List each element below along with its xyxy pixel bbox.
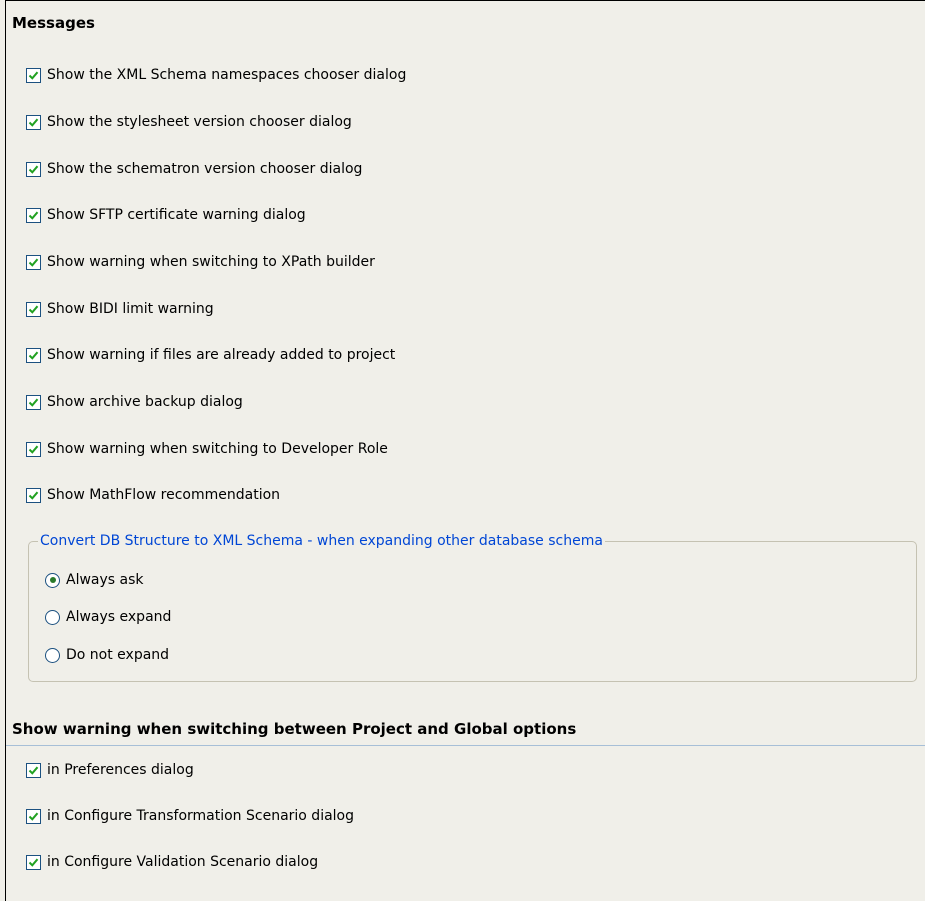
- checkbox-box[interactable]: [26, 347, 41, 363]
- radio-always-expand[interactable]: Always expand: [45, 607, 171, 627]
- checkbox-box[interactable]: [26, 254, 41, 270]
- checkmark-icon: [28, 766, 39, 775]
- checkmark-icon: [28, 118, 39, 127]
- checkbox-archive-backup[interactable]: Show archive backup dialog: [26, 392, 243, 412]
- radio-button-selected[interactable]: [45, 572, 60, 588]
- checkbox-box[interactable]: [26, 762, 41, 778]
- checkmark-icon: [28, 305, 39, 314]
- radio-always-ask[interactable]: Always ask: [45, 570, 144, 590]
- checkbox-label: in Configure Validation Scenario dialog: [47, 854, 319, 870]
- checkbox-transformation-scenario[interactable]: in Configure Transformation Scenario dia…: [26, 806, 354, 826]
- panel-left-border: [5, 0, 6, 901]
- checkbox-mathflow[interactable]: Show MathFlow recommendation: [26, 485, 280, 505]
- checkbox-bidi-limit[interactable]: Show BIDI limit warning: [26, 299, 214, 319]
- checkbox-box[interactable]: [26, 441, 41, 457]
- checkbox-label: Show the XML Schema namespaces chooser d…: [47, 67, 407, 83]
- checkmark-icon: [28, 211, 39, 220]
- checkbox-validation-scenario[interactable]: in Configure Validation Scenario dialog: [26, 852, 318, 872]
- checkbox-label: Show warning when switching to Developer…: [47, 441, 388, 457]
- checkbox-box[interactable]: [26, 854, 41, 870]
- checkbox-xml-schema-namespaces[interactable]: Show the XML Schema namespaces chooser d…: [26, 65, 406, 85]
- radio-dot-icon: [49, 577, 56, 583]
- checkmark-icon: [28, 71, 39, 80]
- checkbox-label: Show SFTP certificate warning dialog: [47, 207, 306, 223]
- checkbox-box[interactable]: [26, 487, 41, 503]
- radio-button[interactable]: [45, 647, 60, 663]
- checkbox-box[interactable]: [26, 207, 41, 223]
- radio-label: Do not expand: [66, 647, 170, 663]
- checkbox-label: Show BIDI limit warning: [47, 301, 214, 317]
- checkbox-developer-role[interactable]: Show warning when switching to Developer…: [26, 439, 388, 459]
- section-separator: [6, 745, 925, 746]
- checkbox-label: in Preferences dialog: [47, 762, 194, 778]
- checkmark-icon: [28, 258, 39, 267]
- checkmark-icon: [28, 812, 39, 821]
- checkbox-label: Show archive backup dialog: [47, 394, 243, 410]
- checkbox-schematron-version[interactable]: Show the schematron version chooser dial…: [26, 159, 362, 179]
- checkbox-label: Show warning when switching to XPath bui…: [47, 254, 375, 270]
- radio-do-not-expand[interactable]: Do not expand: [45, 645, 169, 665]
- checkbox-box[interactable]: [26, 301, 41, 317]
- checkbox-label: Show MathFlow recommendation: [47, 487, 281, 503]
- checkbox-label: Show warning if files are already added …: [47, 347, 396, 363]
- checkmark-icon: [28, 165, 39, 174]
- checkmark-icon: [28, 491, 39, 500]
- checkbox-label: Show the stylesheet version chooser dial…: [47, 114, 352, 130]
- checkmark-icon: [28, 351, 39, 360]
- checkbox-files-added-to-project[interactable]: Show warning if files are already added …: [26, 345, 395, 365]
- panel-top-border: [5, 0, 925, 1]
- checkbox-box[interactable]: [26, 67, 41, 83]
- checkbox-stylesheet-version[interactable]: Show the stylesheet version chooser dial…: [26, 112, 352, 132]
- radio-label: Always ask: [66, 572, 144, 588]
- switching-section-title: Show warning when switching between Proj…: [12, 720, 577, 738]
- checkmark-icon: [28, 445, 39, 454]
- checkbox-label: Show the schematron version chooser dial…: [47, 161, 363, 177]
- checkbox-box[interactable]: [26, 114, 41, 130]
- checkbox-sftp-certificate[interactable]: Show SFTP certificate warning dialog: [26, 205, 306, 225]
- checkbox-box[interactable]: [26, 161, 41, 177]
- checkbox-preferences-dialog[interactable]: in Preferences dialog: [26, 760, 194, 780]
- checkbox-label: in Configure Transformation Scenario dia…: [47, 808, 355, 824]
- messages-section-title: Messages: [12, 14, 95, 32]
- radio-button[interactable]: [45, 609, 60, 625]
- checkmark-icon: [28, 858, 39, 867]
- checkbox-xpath-builder[interactable]: Show warning when switching to XPath bui…: [26, 252, 375, 272]
- convert-db-structure-group-title: Convert DB Structure to XML Schema - whe…: [38, 531, 605, 551]
- checkbox-box[interactable]: [26, 808, 41, 824]
- checkbox-box[interactable]: [26, 394, 41, 410]
- radio-label: Always expand: [66, 609, 172, 625]
- checkmark-icon: [28, 398, 39, 407]
